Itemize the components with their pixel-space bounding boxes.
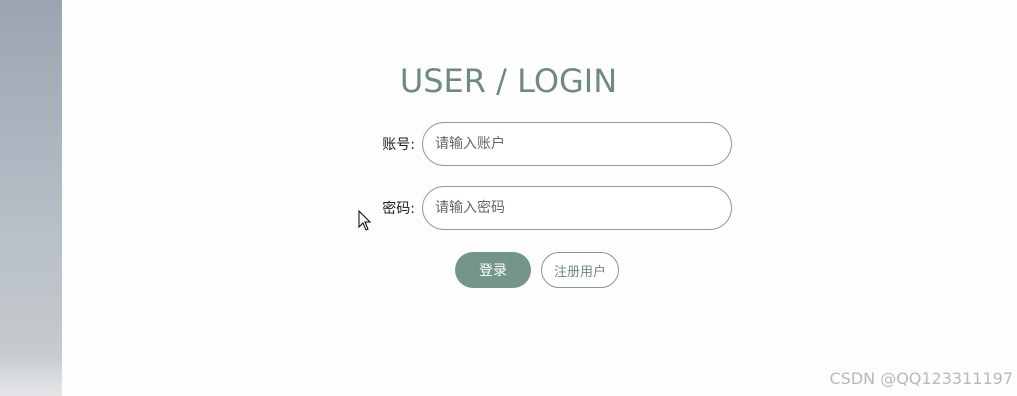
register-button[interactable]: 注册用户 xyxy=(541,252,619,288)
account-label: 账号: xyxy=(382,137,415,153)
mouse-pointer-icon xyxy=(358,210,372,231)
password-label: 密码: xyxy=(382,201,415,217)
account-input[interactable] xyxy=(422,122,732,166)
background-image-strip xyxy=(0,0,62,396)
watermark-text: CSDN @QQ123311197 xyxy=(829,369,1013,388)
login-button[interactable]: 登录 xyxy=(455,252,531,288)
password-input[interactable] xyxy=(422,186,732,230)
account-label-box: 账号: xyxy=(355,122,415,166)
login-title: USER / LOGIN xyxy=(399,62,618,100)
